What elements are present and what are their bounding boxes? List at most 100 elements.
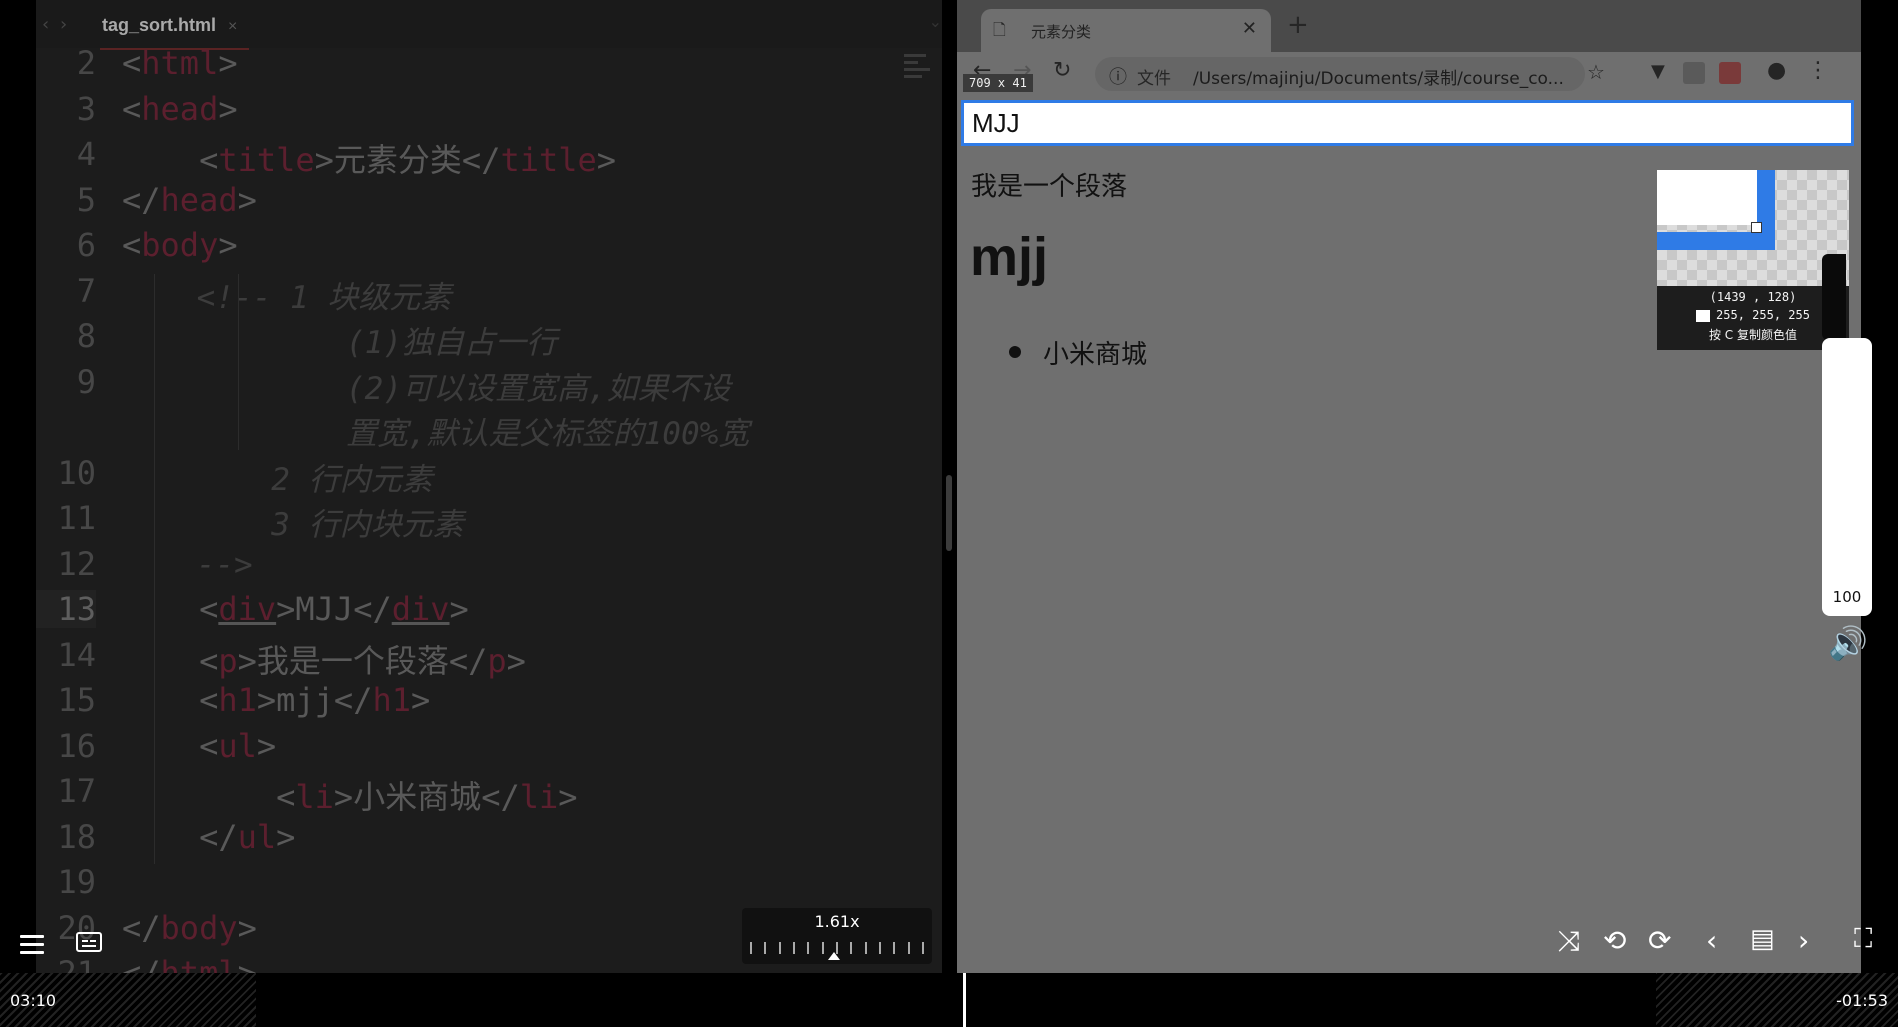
minimap[interactable] <box>904 50 934 100</box>
code-line: </html> <box>122 954 257 973</box>
pixel-coordinates: (1439 , 128) <box>1709 290 1797 304</box>
seek-bar[interactable]: 03:10 -01:53 <box>0 973 1898 1027</box>
code-tag-name: h1 <box>218 681 257 719</box>
code-comment: <!-- 1 块级元素 <box>122 279 452 316</box>
close-icon[interactable]: ✕ <box>1242 18 1257 39</box>
line-number: 17 <box>57 772 96 810</box>
document-icon: 🗋 <box>993 20 1006 39</box>
code-punctuation: > <box>558 778 578 816</box>
indent-guide <box>238 274 239 450</box>
url-scheme-label: 文件 <box>1137 69 1171 89</box>
side-panel-tab[interactable] <box>1822 254 1846 340</box>
code-punctuation: >元素分类</ <box>314 141 501 179</box>
line-number: 10 <box>57 453 96 492</box>
splitter-handle[interactable] <box>946 475 952 551</box>
div-block-element: MJJ <box>961 100 1854 146</box>
rgb-value: 255, 255, 255 <box>1716 308 1810 322</box>
color-picker-loupe: (1439 , 128) 255, 255, 255 按 C 复制颜色值 <box>1657 170 1849 350</box>
info-icon[interactable]: ⓘ <box>1109 63 1127 89</box>
code-tag-name: head <box>141 89 219 128</box>
line-number: 11 <box>57 499 96 537</box>
code-line: <title>元素分类</title> <box>122 135 616 181</box>
code-line: 2 行内元素 <box>122 454 433 499</box>
element-dimension-tooltip: 709 x 41 <box>963 74 1033 92</box>
code-tag-name: head <box>160 180 238 219</box>
line-number: 5 <box>76 180 96 219</box>
playback-speed-control[interactable]: 1.61x <box>742 908 932 964</box>
code-line: <ul> <box>122 727 276 765</box>
line-number: 21 <box>57 954 96 973</box>
code-line: </ul> <box>122 818 295 856</box>
repeat-icon[interactable]: ⟲ <box>1603 924 1626 957</box>
paragraph: 我是一个段落 <box>971 172 1128 202</box>
tab-close-icon[interactable]: × <box>228 18 237 35</box>
code-tag-name: body <box>160 908 238 947</box>
pane-splitter[interactable] <box>942 0 957 973</box>
code-line: 3 行内块元素 <box>122 499 464 544</box>
code-punctuation: > <box>237 908 257 947</box>
code-line: <p>我是一个段落</p> <box>122 636 526 682</box>
code-tag-name: h1 <box>372 681 411 719</box>
previous-icon[interactable]: ‹ <box>1706 924 1717 957</box>
code-punctuation: > <box>218 89 238 128</box>
nav-back-icon[interactable]: ‹ <box>42 14 49 35</box>
new-tab-button[interactable]: + <box>1287 10 1309 40</box>
extension-fe-icon[interactable] <box>1719 62 1741 84</box>
code-punctuation: < <box>122 89 142 128</box>
crosshair-icon <box>1751 222 1762 233</box>
line-number: 4 <box>76 135 96 173</box>
menu-icon[interactable] <box>20 930 44 959</box>
code-punctuation: >我是一个段落</ <box>237 641 488 680</box>
code-tag-name: ul <box>237 817 277 856</box>
star-icon[interactable]: ☆ <box>1587 60 1605 84</box>
shuffle-icon[interactable]: ⤨ <box>1558 924 1580 958</box>
code-comment: 3 行内块元素 <box>122 507 464 543</box>
time-elapsed: 03:10 <box>10 991 57 1010</box>
extension-vue-icon[interactable]: ▼ <box>1651 61 1665 82</box>
address-bar[interactable]: ⓘ 文件 /Users/majinju/Documents/录制/course_… <box>1095 57 1585 91</box>
playlist-icon[interactable]: ▤ <box>1750 924 1775 954</box>
next-icon[interactable]: › <box>1798 924 1809 957</box>
volume-slider[interactable]: 100 <box>1822 338 1872 616</box>
extension-icon[interactable] <box>1683 62 1705 84</box>
editor-tab-bar: ‹ › tag_sort.html × ⌄ <box>36 0 942 50</box>
chevron-down-icon[interactable]: ⌄ <box>929 12 942 31</box>
code-comment: (1)独自占一行 <box>122 325 557 361</box>
editor-tab-label: tag_sort.html <box>102 15 217 35</box>
line-number: 14 <box>57 635 96 674</box>
profile-icon[interactable]: ● <box>1767 58 1786 83</box>
speaker-icon[interactable]: 🔊 <box>1828 624 1868 662</box>
code-tag-name: html <box>141 44 219 82</box>
subtitles-icon[interactable] <box>76 932 102 952</box>
code-punctuation: </ <box>122 817 238 856</box>
magnifier-view <box>1657 170 1849 286</box>
repeat-one-icon[interactable]: ⟳ <box>1648 924 1671 957</box>
code-line: <!-- 1 块级元素 <box>122 272 452 317</box>
code-line: <li>小米商城</li> <box>122 772 578 818</box>
browser-toolbar: ← → ↻ ⓘ 文件 /Users/majinju/Documents/录制/c… <box>957 52 1861 98</box>
speed-slider-marker[interactable] <box>828 952 840 960</box>
code-line: </head> <box>122 181 257 219</box>
code-comment: 2 行内元素 <box>122 461 433 498</box>
code-punctuation: >mjj</ <box>256 681 373 719</box>
code-punctuation: < <box>122 590 219 628</box>
more-menu-icon[interactable]: ⋮ <box>1807 58 1829 83</box>
code-tag-name: title <box>218 141 315 179</box>
code-line: <div>MJJ</div> <box>122 590 469 628</box>
code-tag-name: body <box>141 226 219 264</box>
code-punctuation: < <box>122 681 219 719</box>
code-punctuation: </ <box>122 908 161 947</box>
reload-icon[interactable]: ↻ <box>1053 58 1071 83</box>
code-editor-pane: ‹ › tag_sort.html× ⌄ ◆ 2<html>3<head>4 <… <box>36 0 942 973</box>
browser-tab[interactable]: 🗋 元素分类 ✕ <box>981 9 1271 52</box>
line-number: 7 <box>76 271 96 310</box>
code-punctuation: < <box>122 141 219 179</box>
fullscreen-icon[interactable]: ⛶ <box>1854 924 1872 955</box>
code-tag-name: p <box>218 641 238 680</box>
heading-h1: mjj <box>970 227 1049 287</box>
nav-forward-icon[interactable]: › <box>60 14 67 35</box>
speed-value: 1.61x <box>814 912 860 931</box>
code-punctuation: > <box>596 141 617 179</box>
seek-playhead[interactable] <box>963 973 966 1027</box>
code-punctuation: < <box>122 226 142 264</box>
